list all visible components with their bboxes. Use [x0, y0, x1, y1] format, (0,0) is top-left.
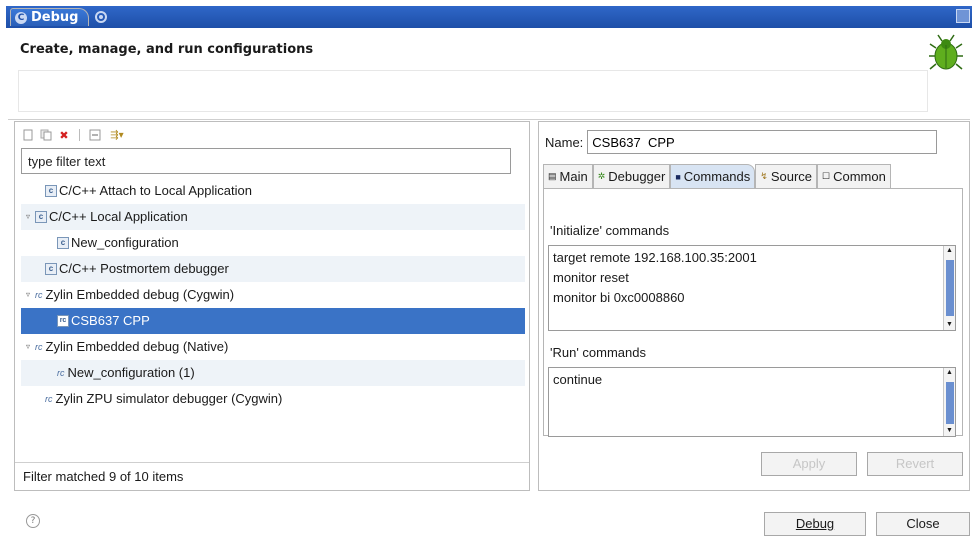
- tab-source[interactable]: ↯ Source: [755, 164, 818, 188]
- delete-config-icon[interactable]: ✖: [57, 128, 71, 142]
- run-commands-text[interactable]: continue ▲ ▼: [548, 367, 956, 437]
- tab-main[interactable]: ▤ Main: [543, 164, 593, 188]
- filter-menu-icon[interactable]: ⇶▾: [106, 128, 128, 142]
- init-command-line: monitor bi 0xc0008860: [553, 290, 685, 305]
- tree-item-label: Zylin ZPU simulator debugger (Cygwin): [55, 391, 283, 406]
- tab-commands-label: Commands: [683, 169, 751, 184]
- tree-item[interactable]: rc Zylin ZPU simulator debugger (Cygwin): [21, 386, 525, 412]
- init-commands-scrollbar[interactable]: ▲ ▼: [943, 246, 955, 330]
- new-config-icon[interactable]: [21, 128, 35, 142]
- window-title: Debug: [31, 10, 79, 25]
- tab-main-label: Main: [559, 169, 588, 184]
- configuration-details-panel: Name: ▤ Main ✲ Debugger ■ Commands ↯ Sou…: [538, 121, 970, 491]
- scrollbar-thumb[interactable]: [946, 260, 954, 316]
- maximize-button[interactable]: [956, 9, 970, 23]
- zylin-icon: rc: [35, 290, 43, 300]
- scroll-up-icon[interactable]: ▲: [944, 246, 955, 256]
- swirl-icon: [95, 11, 108, 23]
- source-tab-icon: ↯: [760, 171, 768, 181]
- debug-button[interactable]: Debug: [764, 512, 866, 536]
- revert-button[interactable]: Revert: [867, 452, 963, 476]
- name-row: Name:: [545, 130, 938, 154]
- tab-source-label: Source: [770, 169, 813, 184]
- c-config-icon: c: [35, 211, 47, 223]
- tree-item-label: New_configuration (1): [67, 365, 195, 380]
- expand-toggle-icon[interactable]: ▿: [23, 334, 33, 360]
- window-title-tab: C Debug: [10, 8, 90, 26]
- tab-debugger[interactable]: ✲ Debugger: [592, 164, 671, 188]
- scrollbar-thumb[interactable]: [946, 382, 954, 424]
- toolbar-separator: [79, 129, 80, 141]
- tree-item[interactable]: c C/C++ Attach to Local Application: [21, 178, 525, 204]
- close-button[interactable]: Close: [876, 512, 970, 536]
- tree-item-label: C/C++ Local Application: [49, 209, 188, 224]
- run-command-line: continue: [553, 372, 603, 387]
- name-input[interactable]: [587, 130, 938, 154]
- scroll-up-icon[interactable]: ▲: [944, 368, 955, 378]
- init-commands-label: 'Initialize' commands: [550, 223, 670, 238]
- zylin-config-icon: rc: [57, 315, 69, 327]
- tree-item[interactable]: ▿ rc Zylin Embedded debug (Native): [21, 334, 525, 360]
- apply-button[interactable]: Apply: [761, 452, 857, 476]
- tab-common[interactable]: ☐ Common: [817, 164, 891, 188]
- tab-common-label: Common: [833, 169, 886, 184]
- bug-icon: [929, 34, 963, 70]
- init-command-line: target remote 192.168.100.35:2001: [553, 250, 757, 265]
- tree-item-label: Zylin Embedded debug (Cygwin): [45, 287, 235, 302]
- message-area: [18, 70, 928, 112]
- tree-item-label: CSB637 CPP: [71, 313, 150, 328]
- tree-item-label: C/C++ Attach to Local Application: [59, 183, 252, 198]
- config-toolbar: ✖ ⇶▾: [21, 126, 128, 144]
- tree-item[interactable]: ▿ rc Zylin Embedded debug (Cygwin): [21, 282, 525, 308]
- init-commands-text[interactable]: target remote 192.168.100.35:2001 monito…: [548, 245, 956, 331]
- filter-input[interactable]: [21, 148, 511, 174]
- init-command-line: monitor reset: [553, 270, 629, 285]
- zylin-icon: rc: [57, 368, 65, 378]
- dialog-header: Create, manage, and run configurations: [8, 28, 970, 120]
- eclipse-icon: C: [15, 11, 27, 24]
- collapse-all-icon[interactable]: [88, 128, 102, 142]
- expand-toggle-icon[interactable]: ▿: [23, 204, 33, 230]
- main-tab-icon: ▤: [548, 171, 557, 181]
- tree-item[interactable]: c C/C++ Postmortem debugger: [21, 256, 525, 282]
- expand-toggle-icon[interactable]: ▿: [23, 282, 33, 308]
- c-config-icon: c: [45, 185, 57, 197]
- tree-item[interactable]: c New_configuration: [21, 230, 525, 256]
- configuration-list-panel: ✖ ⇶▾ cC/C++ Attach to Local Application▿…: [14, 121, 530, 491]
- config-tabs: ▤ Main ✲ Debugger ■ Commands ↯ Source ☐ …: [543, 164, 963, 188]
- help-icon[interactable]: ?: [26, 514, 40, 528]
- zylin-icon: rc: [35, 342, 43, 352]
- name-label: Name:: [545, 134, 584, 150]
- tab-commands[interactable]: ■ Commands: [670, 164, 756, 188]
- tree-item[interactable]: ▿ c C/C++ Local Application: [21, 204, 525, 230]
- common-tab-icon: ☐: [822, 171, 831, 181]
- commands-tab-body: 'Initialize' commands target remote 192.…: [543, 188, 963, 437]
- window-titlebar: C Debug: [6, 6, 972, 28]
- dialog-title: Create, manage, and run configurations: [20, 42, 314, 57]
- debugger-tab-icon: ✲: [597, 171, 606, 181]
- run-commands-scrollbar[interactable]: ▲ ▼: [943, 368, 955, 436]
- filter-status: Filter matched 9 of 10 items: [15, 462, 529, 490]
- scroll-down-icon[interactable]: ▼: [944, 426, 955, 436]
- zylin-icon: rc: [45, 394, 53, 404]
- configuration-tree: c C/C++ Attach to Local Application ▿ c C/C+…: [21, 178, 525, 412]
- tree-item-label: Zylin Embedded debug (Native): [45, 339, 229, 354]
- scroll-down-icon[interactable]: ▼: [944, 320, 955, 330]
- tab-debugger-label: Debugger: [608, 169, 666, 184]
- tree-item[interactable]: rc New_configuration (1): [21, 360, 525, 386]
- tree-item-label: C/C++ Postmortem debugger: [59, 261, 229, 276]
- tree-item-label: New_configuration: [71, 235, 179, 250]
- c-config-icon: c: [57, 237, 69, 249]
- commands-tab-icon: ■: [675, 171, 681, 182]
- tree-item[interactable]: rc CSB637 CPP: [21, 308, 525, 334]
- c-config-icon: c: [45, 263, 57, 275]
- duplicate-config-icon[interactable]: [39, 128, 53, 142]
- run-commands-label: 'Run' commands: [550, 345, 647, 360]
